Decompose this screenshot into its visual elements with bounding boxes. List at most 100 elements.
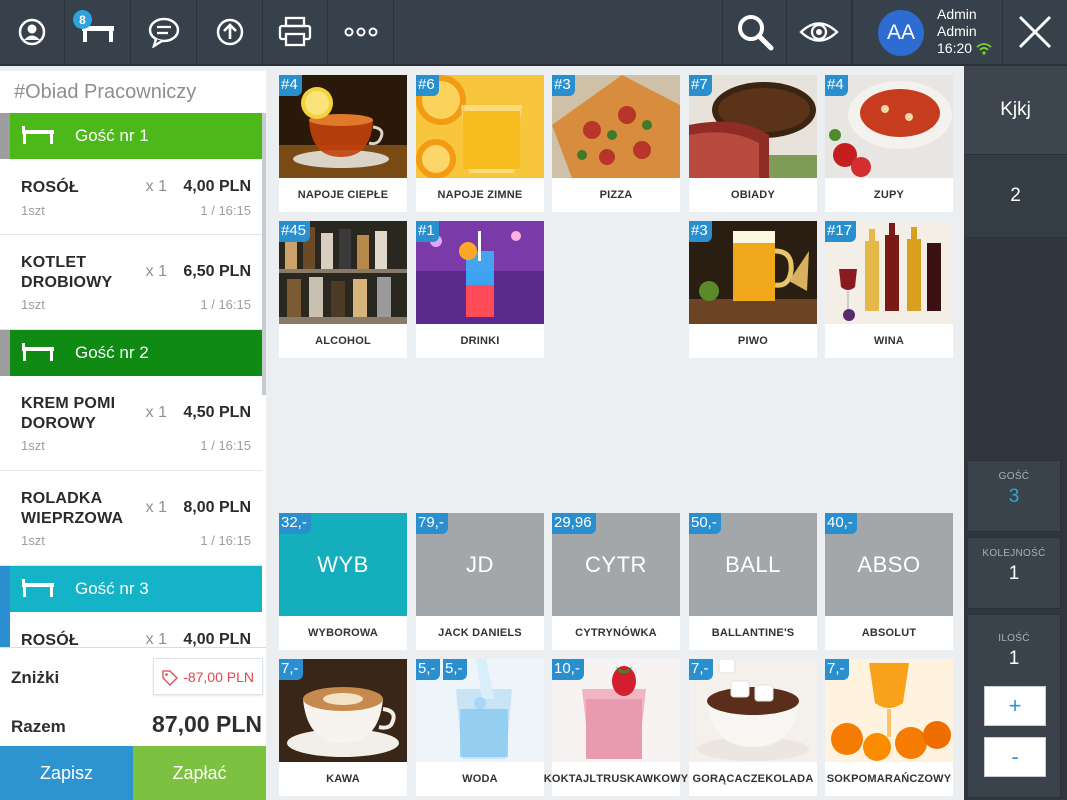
product-price-badge: 7,-	[279, 659, 303, 680]
send-up-button[interactable]	[197, 0, 263, 64]
item-unit: 1szt	[21, 203, 45, 218]
product-price-badge: 40,-	[825, 513, 857, 534]
product-label: BALLANTINE'S	[711, 626, 795, 639]
category-tile-zupy[interactable]: #4 ZUPY	[825, 75, 953, 212]
item-price: 6,50 PLN	[183, 263, 251, 280]
category-count-badge: #6	[416, 75, 439, 96]
orange-juice-image: #6	[416, 75, 544, 178]
product-price-badge: 5,-	[416, 659, 440, 680]
product-tile-sok-pomaranczowy[interactable]: 7,- SOK POMARAŃCZOWY	[825, 659, 953, 796]
preview-button[interactable]	[787, 0, 852, 64]
item-qty: x 1	[145, 263, 167, 280]
category-tile-pizza[interactable]: #3 PIZZA	[552, 75, 680, 212]
category-tile-alcohol[interactable]: #45 ALCOHOL	[279, 221, 407, 358]
item-unit: 1szt	[21, 533, 45, 548]
category-tile-drinki[interactable]: #1 DRINKI	[416, 221, 544, 358]
item-qty: x 1	[145, 631, 167, 647]
category-label: ZUPY	[873, 188, 905, 201]
category-label: NAPOJE CIEPŁE	[297, 188, 389, 201]
product-label: SOK POMARAŃCZOWY	[825, 762, 953, 796]
item-seq: 1 / 16:15	[200, 203, 251, 218]
product-label-line1: SOK	[826, 772, 852, 785]
table-icon	[22, 126, 54, 144]
quantity-plus-button[interactable]: +	[984, 686, 1046, 726]
category-label: DRINKI	[460, 334, 500, 347]
order-title: #Obiad Pracowniczy	[14, 81, 197, 103]
product-tile-koktajl-truskawkowy[interactable]: 10,- KOKTAJL TRUSKAWKOWY	[544, 659, 688, 796]
messages-button[interactable]	[131, 0, 197, 64]
more-button[interactable]	[328, 0, 394, 64]
product-tile-wyborowa[interactable]: WYB 32,- WYBOROWA	[279, 513, 407, 650]
liquor-shelf-image: #45	[279, 221, 407, 324]
item-qty: x 1	[145, 404, 167, 421]
clock-time: 16:20	[937, 40, 973, 56]
order-item[interactable]: KOTLET DROBIOWY x 1 6,50 PLN 1szt 1 / 16:…	[0, 235, 262, 330]
order-item[interactable]: KREM POMI DOROWY x 1 4,50 PLN 1szt 1 / 16…	[0, 376, 262, 471]
tables-button[interactable]: 8	[65, 0, 131, 64]
category-count-badge: #4	[825, 75, 848, 96]
category-tile-obiady[interactable]: #7 OBIADY	[689, 75, 817, 212]
search-icon	[737, 15, 773, 51]
item-name: ROLADKA WIEPRZOWA	[21, 489, 123, 529]
user-first-name: Admin	[937, 6, 977, 22]
guest-selector[interactable]: GOŚĆ 3	[967, 460, 1061, 532]
product-label-line2: TRUSKAWKOWY	[596, 772, 689, 785]
product-tile-woda[interactable]: 5,- 5,- WODA	[416, 659, 544, 796]
avatar: AA	[878, 10, 924, 56]
user-circle-icon	[18, 18, 46, 46]
category-label: PIZZA	[599, 188, 633, 201]
product-label-line2: POMARAŃCZOWY	[851, 772, 952, 785]
product-tile-goraca-czekolada[interactable]: 7,- GORĄCA CZEKOLADA	[689, 659, 817, 796]
product-tile-ballantines[interactable]: BALL 50,- BALLANTINE'S	[689, 513, 817, 650]
guest-header-2[interactable]: Gość nr 2	[0, 330, 262, 376]
right-panel: Kjkj 2 GOŚĆ 3 KOLEJNOŚĆ 1 ILOŚĆ 1 + -	[964, 66, 1067, 800]
category-label: WINA	[873, 334, 905, 347]
print-button[interactable]	[263, 0, 328, 64]
order-item[interactable]: ROSÓŁ x 1 4,00 PLN 1szt 1 / 16:15	[0, 159, 262, 235]
sequence-selector[interactable]: KOLEJNOŚĆ 1	[967, 537, 1061, 609]
more-dots-icon	[344, 27, 377, 37]
category-tile-napoje-cieple[interactable]: #4 NAPOJE CIEPŁE	[279, 75, 407, 212]
order-item[interactable]: ROLADKA WIEPRZOWA x 1 8,00 PLN 1szt 1 / 1…	[0, 471, 262, 566]
total-value: 87,00 PLN	[152, 711, 262, 737]
category-label: OBIADY	[731, 188, 775, 201]
quantity-minus-button[interactable]: -	[984, 737, 1046, 777]
discount-value: -87,00 PLN	[183, 668, 254, 685]
profile-button[interactable]	[0, 0, 65, 64]
product-tile-jack-daniels[interactable]: JD 79,- JACK DANIELS	[416, 513, 544, 650]
table-number-button[interactable]: 2	[964, 154, 1067, 238]
item-seq: 1 / 16:15	[200, 438, 251, 453]
category-count-badge: #17	[825, 221, 857, 242]
save-button[interactable]: Zapisz	[0, 746, 133, 800]
product-tile-absolut[interactable]: ABSO 40,- ABSOLUT	[825, 513, 953, 650]
product-tile-cytrynowka[interactable]: CYTR 29,96 CYTRYNÓWKA	[552, 513, 680, 650]
category-count-badge: #3	[689, 221, 712, 242]
cocktail-image: #1	[416, 221, 544, 324]
order-list[interactable]: Gość nr 1 ROSÓŁ x 1 4,00 PLN 1szt 1 / 16…	[0, 113, 262, 647]
search-button[interactable]	[722, 0, 787, 64]
discount-button[interactable]: -87,00 PLN	[153, 658, 263, 695]
item-name-line2: DROBIOWY	[21, 274, 113, 291]
close-button[interactable]	[1002, 0, 1067, 64]
category-tile-wina[interactable]: #17 WINA	[825, 221, 953, 358]
item-price: 8,00 PLN	[183, 499, 251, 516]
product-label: JACK DANIELS	[438, 626, 522, 639]
product-price-badge: 29,96	[552, 513, 596, 534]
guest-header-1[interactable]: Gość nr 1	[0, 113, 262, 159]
pizza-image: #3	[552, 75, 680, 178]
order-item[interactable]: ROSÓŁ x 1 4,00 PLN	[0, 612, 262, 647]
category-tile-napoje-zimne[interactable]: #6 NAPOJE ZIMNE	[416, 75, 544, 212]
item-unit: 1szt	[21, 297, 45, 312]
order-scrollbar[interactable]	[262, 113, 266, 395]
clock-row: 16:20	[937, 40, 992, 57]
guest-stripe	[0, 330, 10, 376]
guest-label: Gość nr 2	[75, 343, 149, 362]
category-count-badge: #7	[689, 75, 712, 96]
guest-header-3[interactable]: Gość nr 3	[0, 566, 262, 612]
category-tile-piwo[interactable]: #3 PIWO	[689, 221, 817, 358]
pay-button[interactable]: Zapłać	[133, 746, 266, 800]
product-label: WYBOROWA	[307, 626, 379, 639]
table-name-button[interactable]: Kjkj	[964, 66, 1067, 154]
user-info[interactable]: AA Admin Admin 16:20	[852, 0, 1002, 64]
product-tile-kawa[interactable]: 7,- KAWA	[279, 659, 407, 796]
